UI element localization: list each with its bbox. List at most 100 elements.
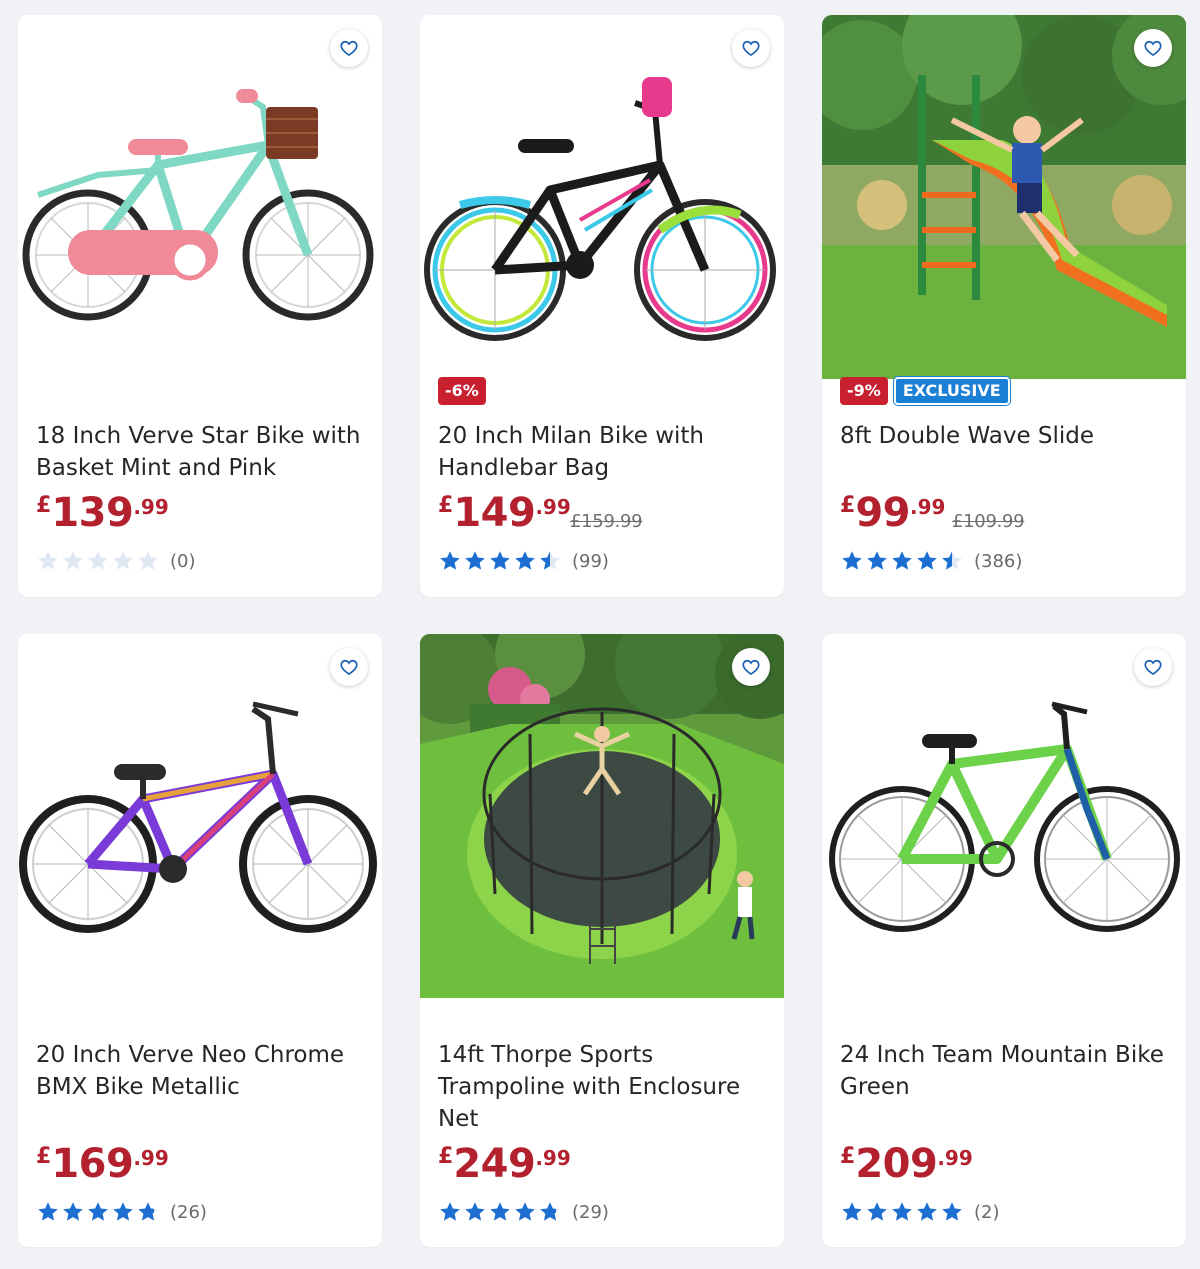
- product-title[interactable]: 20 Inch Verve Neo Chrome BMX Bike Metall…: [36, 1039, 368, 1103]
- heart-outline-icon: [742, 659, 760, 676]
- star-icon: [942, 551, 962, 570]
- product-image[interactable]: [18, 634, 382, 998]
- product-title[interactable]: 14ft Thorpe Sports Trampoline with Enclo…: [438, 1039, 770, 1135]
- review-count: (0): [170, 550, 196, 572]
- price-decimal: .99: [133, 495, 169, 519]
- star-icon: [515, 1202, 535, 1221]
- star-icon: [540, 1202, 560, 1221]
- rating-stars: [36, 1200, 160, 1224]
- review-count: (29): [572, 1201, 609, 1223]
- star-icon: [88, 551, 108, 570]
- was-price: £109.99: [952, 511, 1025, 532]
- product-card[interactable]: -9% EXCLUSIVE 8ft Double Wave Slide £ 99…: [822, 15, 1186, 597]
- product-card[interactable]: 20 Inch Verve Neo Chrome BMX Bike Metall…: [18, 634, 382, 1247]
- product-image[interactable]: [18, 15, 382, 379]
- star-icon: [113, 1202, 133, 1221]
- star-icon: [138, 1202, 158, 1221]
- heart-outline-icon: [1144, 40, 1162, 57]
- favorite-button[interactable]: [1134, 648, 1172, 686]
- star-icon: [917, 551, 937, 570]
- product-image[interactable]: [822, 15, 1186, 379]
- review-count: (386): [974, 550, 1023, 572]
- product-rating[interactable]: (2): [840, 1200, 1000, 1224]
- price-currency: £: [840, 1144, 856, 1169]
- price-currency: £: [438, 1144, 454, 1169]
- product-price: £ 139 .99: [36, 491, 169, 535]
- rating-stars: [438, 1200, 562, 1224]
- rating-stars: [438, 549, 562, 573]
- price-currency: £: [36, 1144, 52, 1169]
- product-price: £ 99 .99: [840, 491, 945, 535]
- product-rating[interactable]: (386): [840, 549, 1022, 573]
- price-whole: 209: [855, 1141, 938, 1187]
- heart-outline-icon: [1144, 659, 1162, 676]
- star-icon: [63, 551, 83, 570]
- star-icon: [440, 1202, 460, 1221]
- star-icon: [38, 551, 58, 570]
- review-count: (2): [974, 1201, 1000, 1223]
- product-rating[interactable]: (29): [438, 1200, 609, 1224]
- price-whole: 139: [51, 490, 134, 536]
- star-icon: [515, 551, 535, 570]
- discount-badge: -6%: [438, 377, 486, 405]
- discount-badge: -9%: [840, 377, 888, 405]
- product-card[interactable]: 14ft Thorpe Sports Trampoline with Enclo…: [420, 634, 784, 1247]
- star-icon: [38, 1202, 58, 1221]
- star-icon: [892, 551, 912, 570]
- product-rating[interactable]: (0): [36, 549, 196, 573]
- product-card[interactable]: -6% 20 Inch Milan Bike with Handlebar Ba…: [420, 15, 784, 597]
- badge-row: -9% EXCLUSIVE: [840, 377, 1010, 405]
- product-rating[interactable]: (26): [36, 1200, 207, 1224]
- product-title[interactable]: 8ft Double Wave Slide: [840, 420, 1172, 452]
- heart-outline-icon: [742, 40, 760, 57]
- star-icon: [842, 1202, 862, 1221]
- product-card[interactable]: 18 Inch Verve Star Bike with Basket Mint…: [18, 15, 382, 597]
- exclusive-badge: EXCLUSIVE: [893, 377, 1010, 405]
- price-whole: 169: [51, 1141, 134, 1187]
- price-currency: £: [36, 493, 52, 518]
- price-decimal: .99: [535, 1146, 571, 1170]
- price-whole: 249: [453, 1141, 536, 1187]
- was-price: £159.99: [570, 511, 643, 532]
- price-decimal: .99: [909, 495, 946, 519]
- star-icon: [490, 551, 510, 570]
- price-currency: £: [438, 493, 454, 518]
- favorite-button[interactable]: [732, 29, 770, 67]
- price-currency: £: [840, 493, 856, 518]
- product-grid: 18 Inch Verve Star Bike with Basket Mint…: [18, 15, 1186, 1247]
- heart-outline-icon: [340, 40, 358, 57]
- star-icon: [440, 551, 460, 570]
- product-rating[interactable]: (99): [438, 549, 609, 573]
- price-whole: 149: [453, 490, 536, 536]
- favorite-button[interactable]: [732, 648, 770, 686]
- star-icon: [867, 1202, 887, 1221]
- product-image[interactable]: [822, 634, 1186, 998]
- product-card[interactable]: 24 Inch Team Mountain Bike Green £ 209 .…: [822, 634, 1186, 1247]
- price-decimal: .99: [535, 495, 571, 519]
- product-image[interactable]: [420, 634, 784, 998]
- product-price: £ 209 .99: [840, 1142, 973, 1186]
- rating-stars: [36, 549, 160, 573]
- review-count: (99): [572, 550, 609, 572]
- product-image[interactable]: [420, 15, 784, 379]
- star-icon: [942, 1202, 962, 1221]
- star-icon: [867, 551, 887, 570]
- product-title[interactable]: 18 Inch Verve Star Bike with Basket Mint…: [36, 420, 368, 484]
- product-title[interactable]: 24 Inch Team Mountain Bike Green: [840, 1039, 1172, 1103]
- favorite-button[interactable]: [330, 29, 368, 67]
- price-decimal: .99: [937, 1146, 973, 1170]
- star-icon: [138, 551, 158, 570]
- star-icon: [465, 551, 485, 570]
- star-icon: [113, 551, 133, 570]
- product-price: £ 249 .99: [438, 1142, 571, 1186]
- star-icon: [842, 551, 862, 570]
- favorite-button[interactable]: [1134, 29, 1172, 67]
- rating-stars: [840, 1200, 964, 1224]
- product-title[interactable]: 20 Inch Milan Bike with Handlebar Bag: [438, 420, 770, 484]
- favorite-button[interactable]: [330, 648, 368, 686]
- star-icon: [892, 1202, 912, 1221]
- star-icon: [88, 1202, 108, 1221]
- star-icon: [917, 1202, 937, 1221]
- price-decimal: .99: [133, 1146, 169, 1170]
- star-icon: [465, 1202, 485, 1221]
